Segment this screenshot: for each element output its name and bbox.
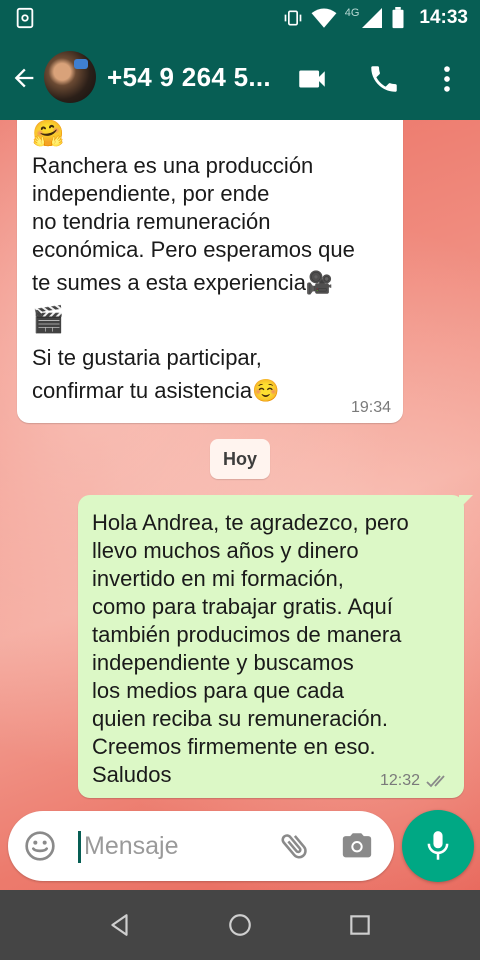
message-composer[interactable]: Mensaje bbox=[8, 811, 394, 881]
text-cursor bbox=[78, 831, 81, 863]
avatar[interactable] bbox=[44, 51, 96, 103]
message-line: también producimos de manera bbox=[92, 622, 402, 647]
video-call-icon[interactable] bbox=[295, 62, 329, 96]
screen-record-icon bbox=[16, 7, 34, 29]
date-chip: Hoy bbox=[210, 439, 270, 479]
message-line: invertido en mi formación, bbox=[92, 566, 344, 591]
message-line: económica. Pero esperamos que bbox=[32, 237, 355, 262]
status-bar: 4G 14:33 bbox=[0, 0, 480, 36]
chat-area[interactable]: 🤗 Ranchera es una producción independien… bbox=[0, 120, 480, 890]
message-line: Ranchera es una producción bbox=[32, 153, 314, 178]
message-line: quien reciba su remuneración. bbox=[92, 706, 388, 731]
message-input[interactable]: Mensaje bbox=[84, 832, 179, 861]
camera-icon[interactable] bbox=[340, 829, 374, 863]
message-time: 19:34 bbox=[350, 399, 391, 416]
chat-header: +54 9 264 5... bbox=[0, 36, 480, 120]
message-line: los medios para que cada bbox=[92, 678, 344, 703]
clapper-emoji: 🎬 bbox=[32, 304, 65, 334]
message-line: Creemos firmemente en eso. bbox=[92, 734, 376, 759]
double-check-icon bbox=[426, 775, 445, 788]
nav-recents-icon[interactable] bbox=[347, 912, 373, 938]
message-line: te sumes a esta experiencia🎥 bbox=[32, 270, 334, 295]
contact-name[interactable]: +54 9 264 5... bbox=[107, 62, 271, 93]
mic-icon bbox=[427, 831, 449, 860]
outgoing-message[interactable]: Hola Andrea, te agradezco, pero llevo mu… bbox=[78, 495, 473, 798]
message-time: 12:32 bbox=[379, 772, 420, 789]
wifi-icon bbox=[311, 8, 337, 28]
message-meta: 12:32 bbox=[380, 772, 450, 790]
incoming-message[interactable]: 🤗 Ranchera es una producción independien… bbox=[17, 120, 403, 423]
hug-emoji: 🤗 bbox=[32, 120, 65, 148]
emoji-icon[interactable] bbox=[24, 830, 56, 862]
nav-back-icon[interactable] bbox=[107, 912, 133, 938]
message-line: Si te gustaria participar, bbox=[32, 345, 262, 370]
vibrate-icon bbox=[284, 10, 302, 26]
message-line: como para trabajar gratis. Aquí bbox=[92, 594, 393, 619]
battery-icon bbox=[392, 7, 404, 29]
message-line: no tendria remuneración bbox=[32, 209, 271, 234]
attach-icon[interactable] bbox=[278, 829, 312, 863]
message-line: independiente, por ende bbox=[32, 181, 270, 206]
nav-home-icon[interactable] bbox=[227, 912, 253, 938]
signal-icon bbox=[362, 8, 383, 28]
back-arrow-icon[interactable] bbox=[10, 64, 38, 92]
phone-icon[interactable] bbox=[367, 62, 401, 96]
message-line: llevo muchos años y dinero bbox=[92, 538, 359, 563]
clock: 14:33 bbox=[419, 7, 468, 28]
message-line: independiente y buscamos bbox=[92, 650, 354, 675]
mic-button[interactable] bbox=[402, 810, 474, 882]
system-nav-bar bbox=[0, 890, 480, 960]
more-vert-icon[interactable] bbox=[430, 62, 464, 96]
message-line: Hola Andrea, te agradezco, pero bbox=[92, 510, 409, 535]
message-line: confirmar tu asistencia☺️ bbox=[32, 378, 280, 403]
message-line: Saludos bbox=[92, 762, 172, 787]
network-type: 4G bbox=[344, 7, 360, 19]
